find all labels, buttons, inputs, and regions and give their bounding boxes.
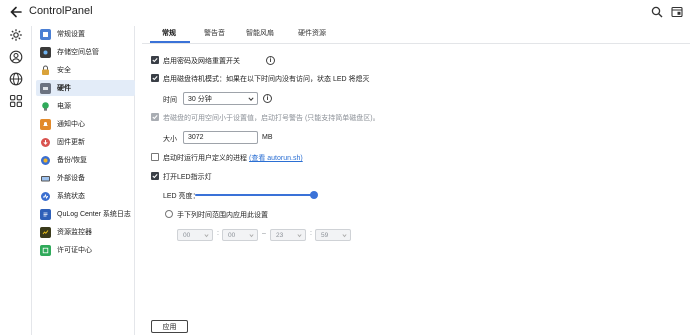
power-bulb-icon — [40, 101, 51, 112]
range-dash: – — [262, 230, 266, 237]
apps-grid-icon[interactable] — [9, 94, 23, 108]
chevron-down-icon — [248, 97, 254, 101]
external-device-icon — [40, 173, 51, 184]
reset-switch-checkbox[interactable] — [151, 56, 159, 64]
time-colon: : — [217, 230, 219, 237]
user-circle-icon[interactable] — [9, 50, 23, 64]
notification-icon — [40, 118, 51, 130]
sidebar-item-general-settings[interactable]: 常规设置 — [36, 26, 166, 42]
general-settings-icon — [40, 28, 51, 40]
check-icon — [152, 174, 158, 179]
sidebar-item-license-center[interactable]: 许可证中心 — [36, 242, 166, 258]
license-icon — [40, 244, 51, 256]
manual-time-checkbox[interactable] — [165, 210, 173, 218]
search-icon[interactable] — [651, 6, 663, 18]
low-space-label: 若磁盘的可用空间小于设置值，启动打号警告 (只能支持简单磁盘区)。 — [163, 115, 380, 122]
brightness-label: LED 亮度： — [163, 193, 200, 200]
info-icon[interactable]: i — [266, 56, 275, 65]
apply-button[interactable]: 应用 — [151, 320, 188, 333]
sidebar-item-firmware-update[interactable]: 固件更新 — [36, 134, 166, 150]
user-process-label: 启动时运行用户定义的进程 — [163, 155, 247, 162]
end-minute-select[interactable]: 59 — [315, 229, 351, 241]
brightness-slider-track[interactable] — [195, 194, 314, 196]
back-arrow-icon[interactable] — [9, 5, 23, 19]
sidebar: 常规设置 存储空间总管 安全 硬件 电源 通知中心 固件更新 备份/恢复 外部设… — [33, 26, 135, 335]
system-status-icon — [40, 191, 51, 202]
check-icon — [152, 115, 158, 120]
settings-icon[interactable] — [9, 28, 23, 42]
manual-time-label: 手下列时间范围内应用此设置 — [177, 212, 268, 219]
app-title: ControlPanel — [29, 5, 93, 17]
size-input[interactable]: 3072 — [183, 131, 258, 144]
sidebar-item-backup-restore[interactable]: 备份/恢复 — [36, 152, 166, 168]
tab-alert-sound[interactable]: 警告音 — [204, 28, 225, 38]
sidebar-item-qulog-center[interactable]: QuLog Center 系统日志 — [36, 206, 166, 222]
sidebar-item-hardware[interactable]: 硬件 — [36, 80, 135, 96]
end-hour-select[interactable]: 23 — [270, 229, 306, 241]
sidebar-item-resource-monitor[interactable]: 资源监控器 — [36, 224, 166, 240]
resource-monitor-icon — [40, 226, 51, 238]
sidebar-item-system-status[interactable]: 系统状态 — [36, 188, 166, 204]
start-minute-select[interactable]: 00 — [222, 229, 258, 241]
icon-rail — [0, 26, 32, 335]
lock-icon — [40, 65, 51, 76]
sidebar-item-external-device[interactable]: 外部设备 — [36, 170, 166, 186]
window-icon[interactable] — [671, 6, 683, 18]
chevron-down-icon — [342, 234, 347, 238]
reset-switch-label: 启用密码及网络重置开关 — [163, 58, 240, 65]
hardware-icon — [40, 82, 51, 94]
sidebar-item-notification-center[interactable]: 通知中心 — [36, 116, 166, 132]
sidebar-item-security[interactable]: 安全 — [36, 62, 166, 78]
start-hour-select[interactable]: 00 — [177, 229, 213, 241]
sidebar-item-power[interactable]: 电源 — [36, 98, 166, 114]
disk-standby-label: 启用磁盘待机模式：如果在以下时间内没有访问，状态 LED 将熄灭 — [163, 76, 370, 83]
led-checkbox[interactable] — [151, 172, 159, 180]
tab-divider — [142, 43, 690, 44]
user-process-checkbox[interactable] — [151, 153, 159, 161]
low-space-checkbox[interactable] — [151, 113, 159, 121]
sidebar-item-storage[interactable]: 存储空间总管 — [36, 44, 166, 60]
time-select[interactable]: 30 分钟 — [183, 92, 258, 105]
check-icon — [152, 76, 158, 81]
storage-icon — [40, 46, 51, 58]
disk-standby-checkbox[interactable] — [151, 74, 159, 82]
title-bar: ControlPanel — [0, 0, 690, 26]
time-colon: : — [310, 230, 312, 237]
info-icon[interactable]: i — [263, 94, 272, 103]
globe-icon[interactable] — [9, 72, 23, 86]
tab-hardware-resources[interactable]: 硬件资源 — [298, 28, 326, 38]
qulog-icon — [40, 208, 51, 220]
size-unit: MB — [262, 134, 273, 141]
chevron-down-icon — [204, 234, 209, 238]
firmware-update-icon — [40, 137, 51, 148]
backup-restore-icon — [40, 155, 51, 166]
check-icon — [152, 58, 158, 63]
brightness-slider-thumb[interactable] — [310, 191, 318, 199]
size-label: 大小 — [163, 136, 177, 143]
tab-smart-fan[interactable]: 智能风扇 — [246, 28, 274, 38]
chevron-down-icon — [297, 234, 302, 238]
autorun-link[interactable]: (查看 autorun.sh) — [249, 153, 303, 163]
tab-general[interactable]: 常规 — [162, 28, 176, 38]
led-label: 打开LED指示灯 — [163, 174, 212, 181]
time-label: 时间 — [163, 97, 177, 104]
chevron-down-icon — [249, 234, 254, 238]
